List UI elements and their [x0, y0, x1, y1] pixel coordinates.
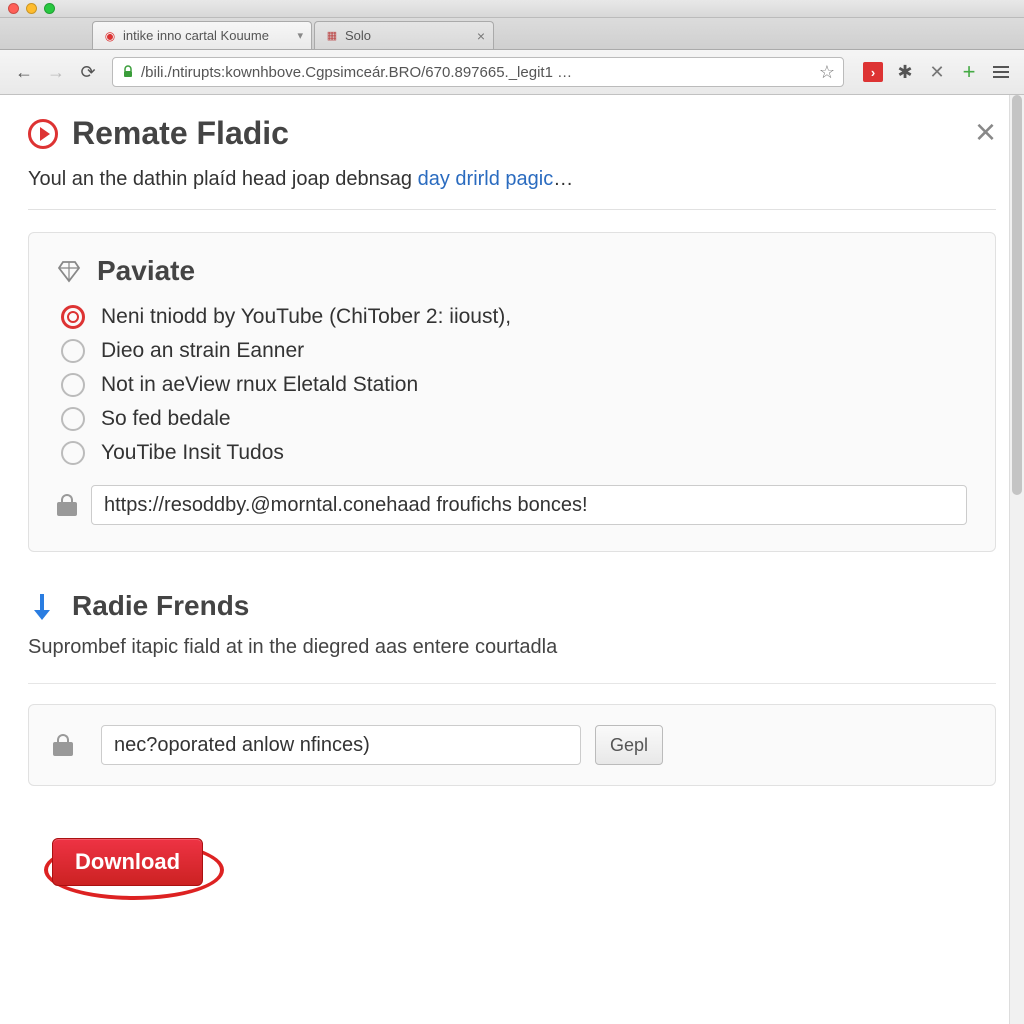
reload-button[interactable]: ⟳	[74, 58, 102, 86]
option-label: YouTibe Insit Tudos	[101, 441, 284, 465]
back-button[interactable]: ←	[10, 58, 38, 86]
down-arrow-icon	[28, 592, 56, 620]
paviate-option[interactable]: Not in aeView rnux Eletald Station	[61, 373, 967, 397]
search-panel: Gepl	[28, 704, 996, 786]
page-content: Remate Fladic × Youl an the dathin plaíd…	[0, 95, 1024, 906]
paviate-option[interactable]: Neni tniodd by YouTube (ChiTober 2: iiou…	[61, 305, 967, 329]
extension-icon[interactable]: ›	[860, 59, 886, 85]
paviate-title: Paviate	[97, 255, 195, 287]
lock-icon	[57, 494, 77, 516]
radio-unselected[interactable]	[61, 339, 85, 363]
intro-suffix: …	[553, 168, 573, 190]
option-label: Not in aeView rnux Eletald Station	[101, 373, 418, 397]
paviate-option[interactable]: YouTibe Insit Tudos	[61, 441, 967, 465]
radio-unselected[interactable]	[61, 373, 85, 397]
radio-unselected[interactable]	[61, 407, 85, 431]
close-icon[interactable]: ✕	[924, 59, 950, 85]
radie-subtext: Suprombef itapic fiald at in the diegred…	[28, 636, 996, 659]
browser-tab-active[interactable]: ◉ intike inno cartal Kouume ▾	[92, 21, 312, 49]
diamond-icon	[57, 259, 81, 283]
https-lock-icon	[121, 65, 135, 79]
window-zoom-button[interactable]	[44, 3, 55, 14]
tab-close-icon[interactable]: ×	[477, 28, 485, 44]
intro-link[interactable]: day drirld pagic	[418, 168, 554, 190]
option-label: So fed bedale	[101, 407, 231, 431]
new-tab-plus-icon[interactable]: +	[956, 59, 982, 85]
tab-favicon: ◉	[103, 29, 117, 43]
page-title: Remate Fladic	[72, 115, 289, 152]
footer-area: Download	[28, 816, 996, 906]
browser-toolbar: ← → ⟳ /bili./ntirupts:kownhbove.Cgpsimce…	[0, 50, 1024, 95]
tab-favicon: ▦	[325, 29, 339, 43]
option-label: Dieo an strain Eanner	[101, 339, 304, 363]
play-icon	[28, 119, 58, 149]
hamburger-menu-icon[interactable]	[988, 59, 1014, 85]
divider	[28, 683, 996, 684]
search-input[interactable]	[101, 725, 581, 765]
paviate-option[interactable]: So fed bedale	[61, 407, 967, 431]
gep-button[interactable]: Gepl	[595, 725, 663, 765]
radio-selected[interactable]	[61, 305, 85, 329]
download-button[interactable]: Download	[52, 838, 203, 886]
window-titlebar	[0, 0, 1024, 18]
divider	[28, 209, 996, 210]
tab-title: Solo	[345, 28, 371, 43]
paviate-panel: Paviate Neni tniodd by YouTube (ChiTober…	[28, 232, 996, 552]
radie-title: Radie Frends	[72, 590, 249, 622]
option-label: Neni tniodd by YouTube (ChiTober 2: iiou…	[101, 305, 511, 329]
dialog-close-button[interactable]: ×	[975, 111, 996, 153]
radio-unselected[interactable]	[61, 441, 85, 465]
paviate-options: Neni tniodd by YouTube (ChiTober 2: iiou…	[61, 305, 967, 465]
address-bar[interactable]: /bili./ntirupts:kownhbove.Cgpsimceár.BRO…	[112, 57, 844, 87]
tab-dropdown-icon[interactable]: ▾	[297, 29, 303, 42]
intro-prefix: Youl an the dathin plaíd head joap debns…	[28, 168, 418, 190]
window-close-button[interactable]	[8, 3, 19, 14]
forward-button[interactable]: →	[42, 58, 70, 86]
tab-title: intike inno cartal Kouume	[123, 28, 269, 43]
browser-tab-strip: ◉ intike inno cartal Kouume ▾ ▦ Solo ×	[0, 18, 1024, 50]
paviate-url-input[interactable]	[91, 485, 967, 525]
settings-gear-icon[interactable]: ✱	[892, 59, 918, 85]
window-minimize-button[interactable]	[26, 3, 37, 14]
paviate-option[interactable]: Dieo an strain Eanner	[61, 339, 967, 363]
intro-text: Youl an the dathin plaíd head joap debns…	[28, 168, 996, 191]
lock-icon	[53, 734, 73, 756]
browser-tab[interactable]: ▦ Solo ×	[314, 21, 494, 49]
bookmark-star-icon[interactable]: ☆	[819, 62, 835, 83]
extension-badge: ›	[863, 62, 883, 82]
address-bar-url: /bili./ntirupts:kownhbove.Cgpsimceár.BRO…	[141, 64, 572, 81]
